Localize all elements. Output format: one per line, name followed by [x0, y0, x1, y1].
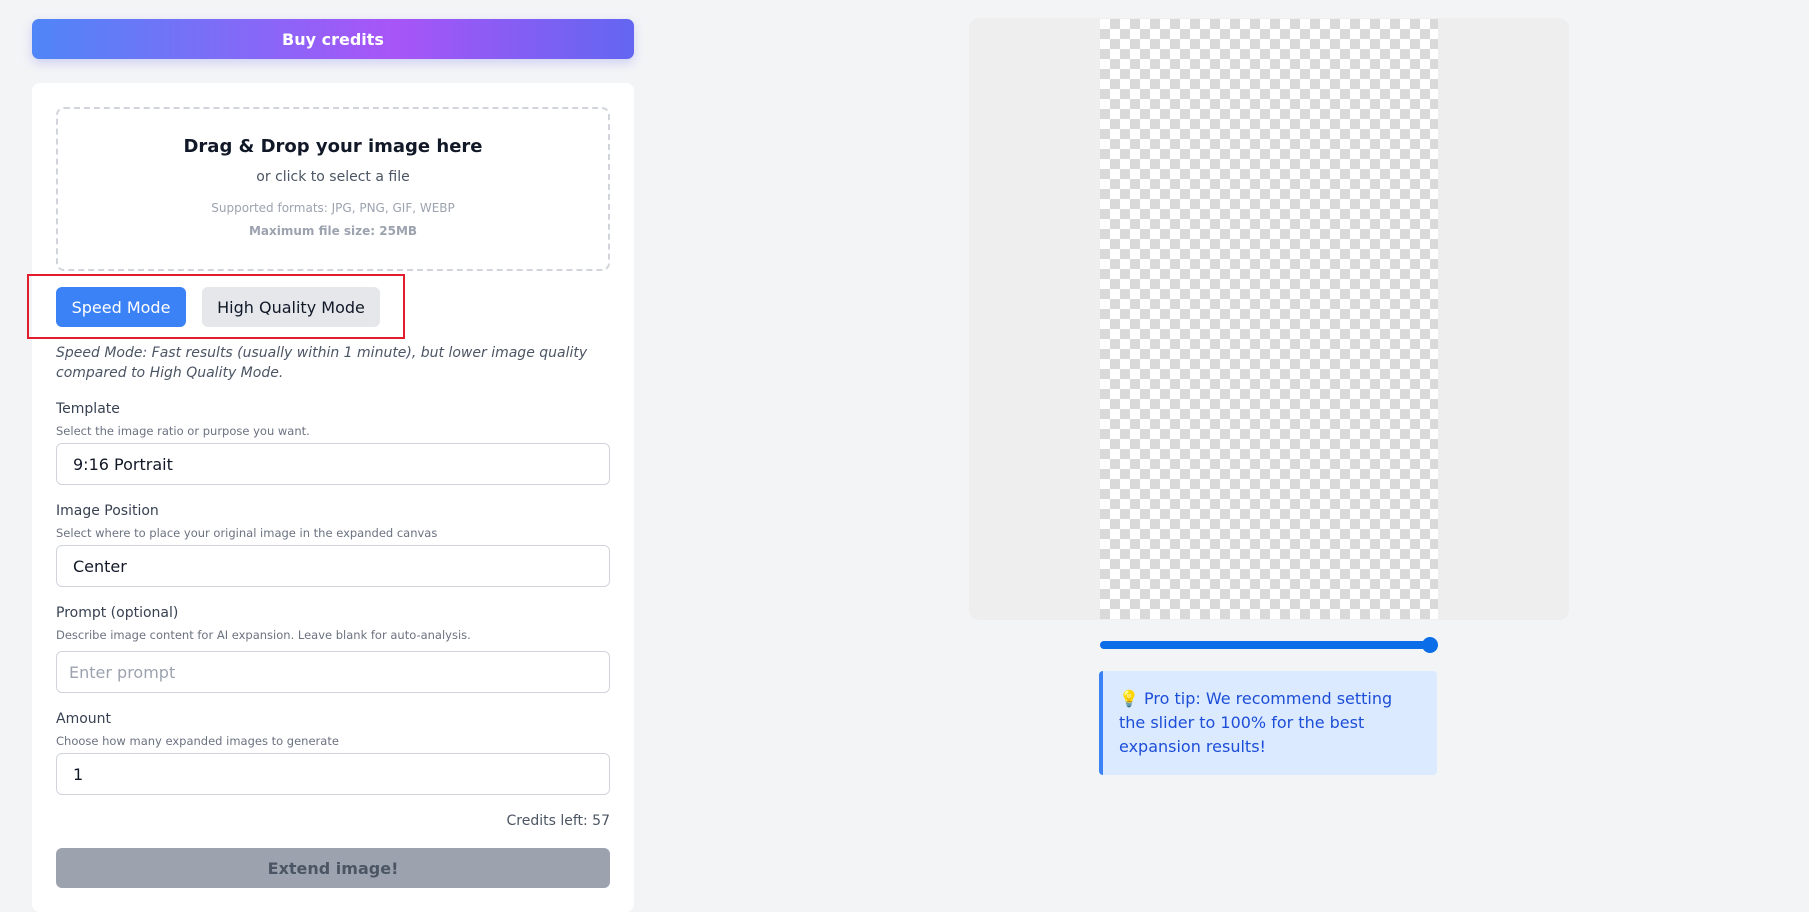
pro-tip-box: 💡 Pro tip: We recommend setting the slid… [1099, 671, 1437, 775]
buy-credits-button[interactable]: Buy credits [32, 19, 634, 59]
template-help: Select the image ratio or purpose you wa… [56, 424, 310, 438]
dropzone-formats: Supported formats: JPG, PNG, GIF, WEBP [211, 201, 455, 215]
mode-description: Speed Mode: Fast results (usually within… [56, 345, 588, 381]
image-preview-area [969, 18, 1569, 620]
high-quality-mode-button[interactable]: High Quality Mode [202, 287, 380, 327]
expansion-slider-track[interactable] [1100, 641, 1436, 649]
dropzone-title: Drag & Drop your image here [183, 136, 483, 157]
amount-label: Amount [56, 711, 112, 727]
image-dropzone[interactable]: Drag & Drop your image here or click to … [56, 107, 610, 271]
amount-help: Choose how many expanded images to gener… [56, 734, 339, 748]
dropzone-max-size: Maximum file size: 25MB [248, 224, 418, 238]
settings-panel: Drag & Drop your image here or click to … [27, 83, 634, 912]
image-position-label: Image Position [56, 503, 159, 519]
prompt-label: Prompt (optional) [56, 605, 179, 621]
credits-left: Credits left: 57 [506, 813, 610, 829]
pro-tip-text: Pro tip: We recommend setting the slider… [1119, 689, 1393, 756]
dropzone-subtitle: or click to select a file [256, 169, 410, 185]
amount-input[interactable]: 1 [56, 753, 610, 795]
transparent-canvas [1100, 19, 1438, 619]
image-position-select[interactable]: Center [56, 545, 610, 587]
prompt-input[interactable] [56, 651, 610, 693]
extend-image-button[interactable]: Extend image! [56, 848, 610, 888]
speed-mode-button[interactable]: Speed Mode [56, 287, 186, 327]
lightbulb-icon: 💡 [1119, 689, 1139, 708]
template-label: Template [56, 401, 120, 417]
expansion-slider-thumb[interactable] [1422, 637, 1438, 653]
prompt-help: Describe image content for AI expansion.… [56, 628, 471, 642]
image-position-help: Select where to place your original imag… [56, 526, 438, 540]
template-select[interactable]: 9:16 Portrait [56, 443, 610, 485]
